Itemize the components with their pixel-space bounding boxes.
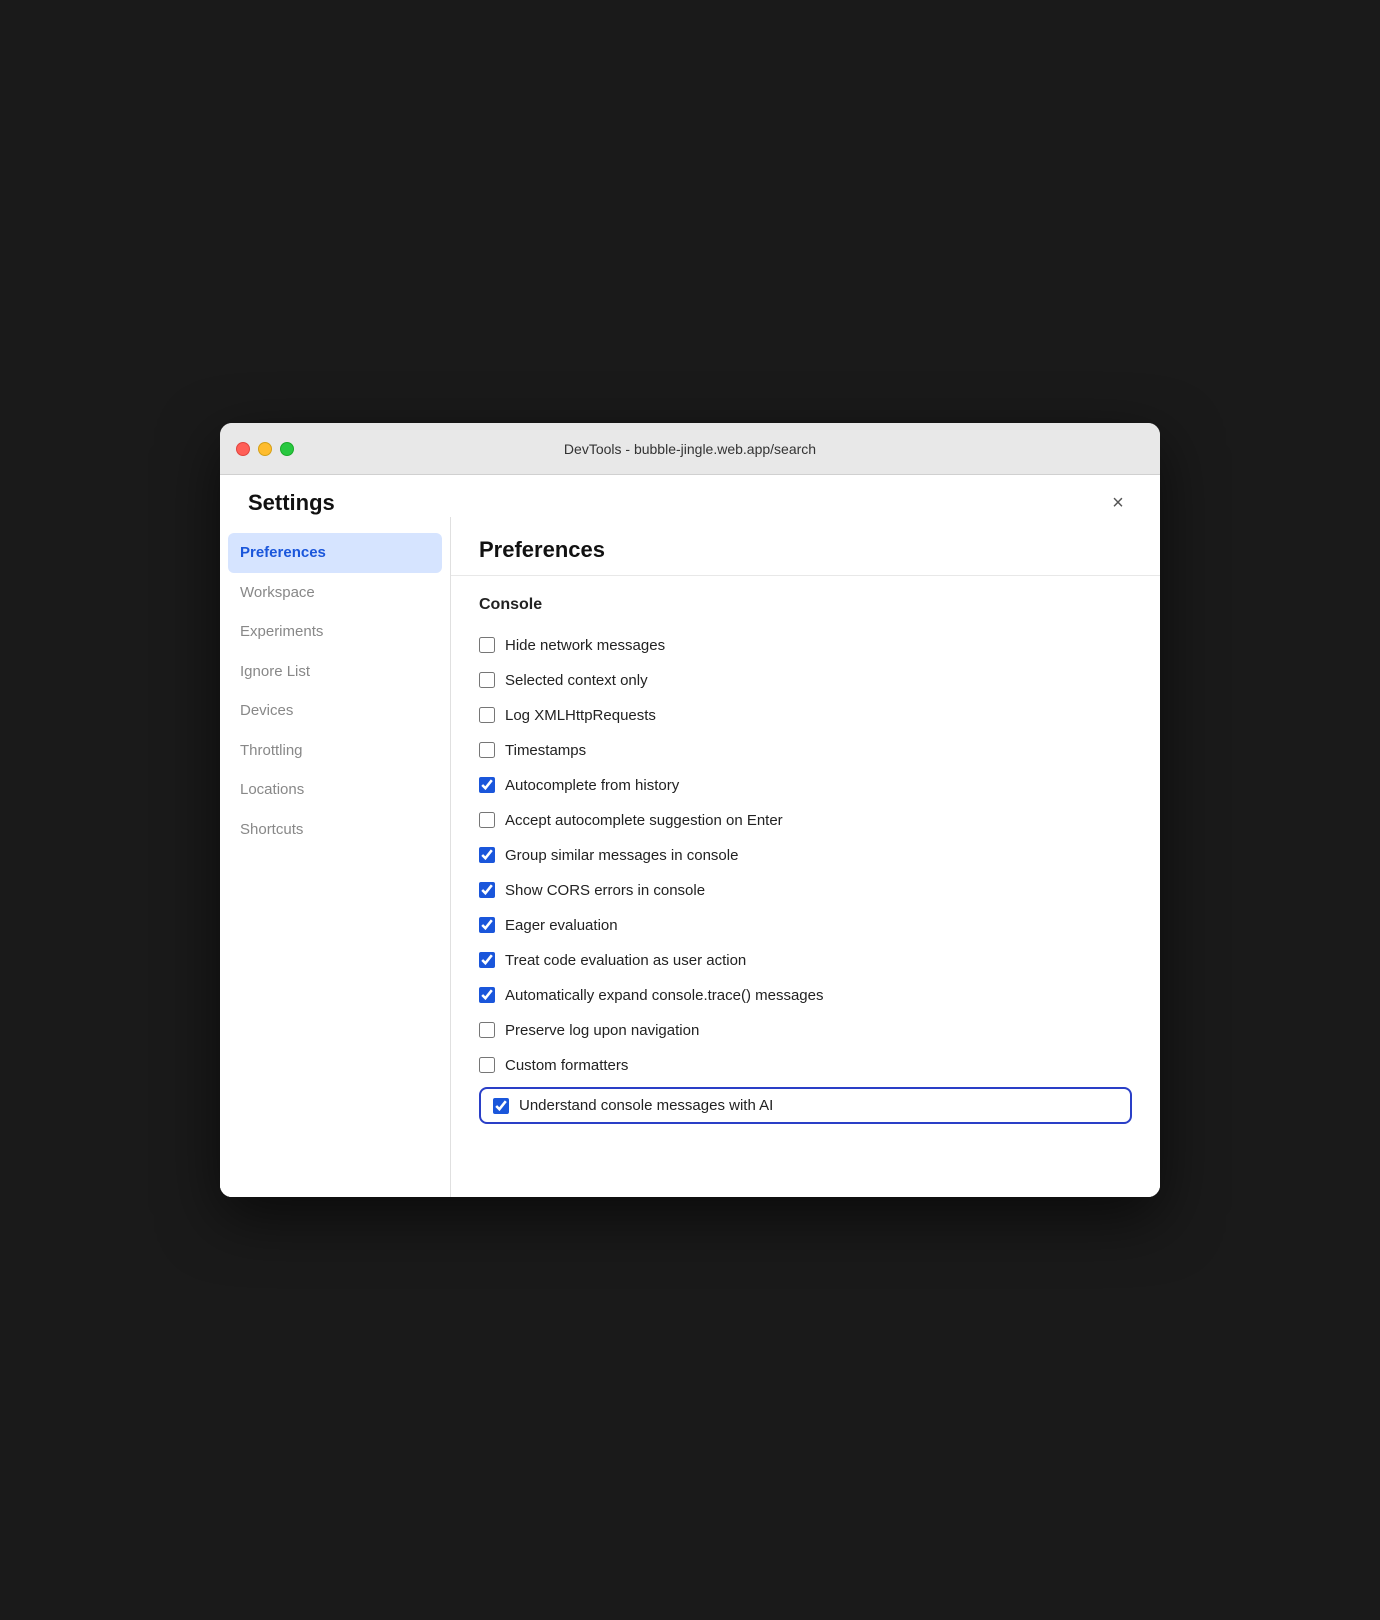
checkbox-treat-code: Treat code evaluation as user action <box>479 943 1132 978</box>
sidebar-item-throttling[interactable]: Throttling <box>220 731 450 771</box>
preserve-log-checkbox[interactable] <box>479 1022 495 1038</box>
log-xmlhttp-checkbox[interactable] <box>479 707 495 723</box>
sidebar-item-locations[interactable]: Locations <box>220 770 450 810</box>
checkbox-auto-expand: Automatically expand console.trace() mes… <box>479 978 1132 1013</box>
show-cors-checkbox[interactable] <box>479 882 495 898</box>
sidebar-item-preferences[interactable]: Preferences <box>228 533 442 573</box>
custom-formatters-checkbox[interactable] <box>479 1057 495 1073</box>
title-bar: DevTools - bubble-jingle.web.app/search <box>220 423 1160 475</box>
show-cors-label: Show CORS errors in console <box>505 880 705 901</box>
timestamps-checkbox[interactable] <box>479 742 495 758</box>
window-content: Settings × Preferences Workspace Experim… <box>220 475 1160 1197</box>
sidebar-item-workspace[interactable]: Workspace <box>220 573 450 613</box>
maximize-traffic-light[interactable] <box>280 442 294 456</box>
content-scroll[interactable]: Console Hide network messages Selected c… <box>451 576 1160 1197</box>
custom-formatters-label: Custom formatters <box>505 1055 628 1076</box>
selected-context-checkbox[interactable] <box>479 672 495 688</box>
settings-body: Preferences Workspace Experiments Ignore… <box>220 517 1160 1197</box>
auto-expand-label: Automatically expand console.trace() mes… <box>505 985 824 1006</box>
timestamps-label: Timestamps <box>505 740 586 761</box>
checkbox-show-cors: Show CORS errors in console <box>479 873 1132 908</box>
checkbox-hide-network: Hide network messages <box>479 628 1132 663</box>
sidebar-item-devices[interactable]: Devices <box>220 691 450 731</box>
content-area: Preferences Console Hide network message… <box>450 517 1160 1197</box>
treat-code-checkbox[interactable] <box>479 952 495 968</box>
settings-sidebar: Preferences Workspace Experiments Ignore… <box>220 517 450 1197</box>
auto-expand-checkbox[interactable] <box>479 987 495 1003</box>
eager-evaluation-checkbox[interactable] <box>479 917 495 933</box>
sidebar-item-ignore-list[interactable]: Ignore List <box>220 652 450 692</box>
checkbox-accept-autocomplete: Accept autocomplete suggestion on Enter <box>479 803 1132 838</box>
hide-network-checkbox[interactable] <box>479 637 495 653</box>
top-bar: Settings × <box>220 475 1160 517</box>
autocomplete-history-label: Autocomplete from history <box>505 775 679 796</box>
checkbox-timestamps: Timestamps <box>479 733 1132 768</box>
content-title: Preferences <box>451 517 1160 576</box>
hide-network-label: Hide network messages <box>505 635 665 656</box>
treat-code-label: Treat code evaluation as user action <box>505 950 746 971</box>
log-xmlhttp-label: Log XMLHttpRequests <box>505 705 656 726</box>
sidebar-item-shortcuts[interactable]: Shortcuts <box>220 810 450 850</box>
section-console-title: Console <box>479 596 1132 614</box>
devtools-window: DevTools - bubble-jingle.web.app/search … <box>220 423 1160 1197</box>
close-settings-button[interactable]: × <box>1104 489 1132 517</box>
window-title: DevTools - bubble-jingle.web.app/search <box>564 441 816 457</box>
settings-heading: Settings <box>248 490 335 516</box>
checkbox-log-xmlhttp: Log XMLHttpRequests <box>479 698 1132 733</box>
understand-console-label: Understand console messages with AI <box>519 1095 773 1116</box>
traffic-lights <box>236 442 294 456</box>
checkbox-selected-context: Selected context only <box>479 663 1132 698</box>
accept-autocomplete-checkbox[interactable] <box>479 812 495 828</box>
selected-context-label: Selected context only <box>505 670 648 691</box>
close-traffic-light[interactable] <box>236 442 250 456</box>
checkbox-eager-evaluation: Eager evaluation <box>479 908 1132 943</box>
checkbox-preserve-log: Preserve log upon navigation <box>479 1013 1132 1048</box>
group-similar-label: Group similar messages in console <box>505 845 738 866</box>
minimize-traffic-light[interactable] <box>258 442 272 456</box>
sidebar-item-experiments[interactable]: Experiments <box>220 612 450 652</box>
group-similar-checkbox[interactable] <box>479 847 495 863</box>
preserve-log-label: Preserve log upon navigation <box>505 1020 699 1041</box>
checkbox-custom-formatters: Custom formatters <box>479 1048 1132 1083</box>
checkbox-group-similar: Group similar messages in console <box>479 838 1132 873</box>
accept-autocomplete-label: Accept autocomplete suggestion on Enter <box>505 810 783 831</box>
understand-console-checkbox[interactable] <box>493 1098 509 1114</box>
checkbox-autocomplete-history: Autocomplete from history <box>479 768 1132 803</box>
eager-evaluation-label: Eager evaluation <box>505 915 618 936</box>
autocomplete-history-checkbox[interactable] <box>479 777 495 793</box>
checkbox-understand-console-highlighted: Understand console messages with AI <box>479 1087 1132 1124</box>
